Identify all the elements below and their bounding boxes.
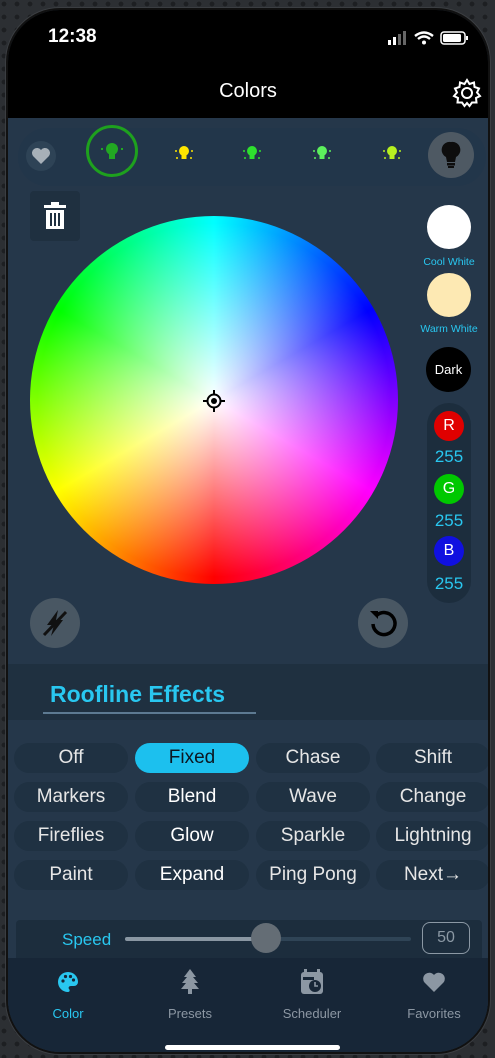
tab-scheduler[interactable]: Scheduler <box>252 968 372 1021</box>
bulb-selected[interactable] <box>86 125 138 177</box>
cool-white-label: Cool White <box>423 256 475 268</box>
effects-underline <box>43 712 256 714</box>
status-time: 12:38 <box>48 26 97 47</box>
bulb-2[interactable] <box>172 141 196 165</box>
heart-icon <box>423 972 445 992</box>
red-value[interactable]: 255 <box>419 447 479 467</box>
blue-value[interactable]: 255 <box>419 574 479 594</box>
effects-grid: Off Fixed Chase Shift Markers Blend Wave… <box>14 743 488 893</box>
tab-color[interactable]: Color <box>8 968 128 1021</box>
speed-label: Speed <box>62 930 112 949</box>
bulb-icon <box>175 146 193 159</box>
tab-favorites[interactable]: Favorites <box>374 968 488 1021</box>
red-channel-button[interactable]: R <box>434 411 464 441</box>
blue-channel-button[interactable]: B <box>434 536 464 566</box>
effect-off-button[interactable]: Off <box>14 743 128 773</box>
speed-slider-thumb[interactable] <box>251 923 281 953</box>
bulb-icon <box>101 143 123 159</box>
lightbulb-icon <box>441 141 461 168</box>
status-icons <box>388 30 474 46</box>
green-channel-button[interactable]: G <box>434 474 464 504</box>
bulb-icon <box>313 146 331 159</box>
tree-icon <box>181 969 199 994</box>
favorite-heart-button[interactable] <box>26 141 56 171</box>
tab-color-label: Color <box>52 1006 84 1021</box>
speed-value-field[interactable]: 50 <box>422 922 470 954</box>
home-indicator[interactable] <box>165 1045 340 1050</box>
warm-white-label: Warm White <box>420 323 478 335</box>
effect-glow-button[interactable]: Glow <box>135 821 249 851</box>
calendar-clock-icon <box>301 969 323 994</box>
trash-icon <box>44 202 66 229</box>
settings-gear-icon[interactable] <box>452 78 482 108</box>
effect-change-button[interactable]: Change <box>376 782 488 812</box>
reset-button[interactable] <box>358 598 408 648</box>
effect-sparkle-button[interactable]: Sparkle <box>256 821 370 851</box>
effect-ping-pong-button[interactable]: Ping Pong <box>256 860 370 890</box>
effect-wave-button[interactable]: Wave <box>256 782 370 812</box>
green-value[interactable]: 255 <box>419 511 479 531</box>
effect-expand-button[interactable]: Expand <box>135 860 249 890</box>
tab-presets-label: Presets <box>167 1006 213 1021</box>
effect-blend-button[interactable]: Blend <box>135 782 249 812</box>
dark-swatch[interactable]: Dark <box>426 347 471 392</box>
bulb-4[interactable] <box>310 141 334 165</box>
effect-next-button[interactable]: Next→ <box>376 860 488 890</box>
all-bulbs-button[interactable] <box>428 132 474 178</box>
effect-shift-button[interactable]: Shift <box>376 743 488 773</box>
signal-wifi-battery-icon <box>388 31 468 45</box>
effect-chase-button[interactable]: Chase <box>256 743 370 773</box>
effect-paint-button[interactable]: Paint <box>14 860 128 890</box>
speed-slider-fill <box>125 937 267 941</box>
palette-icon <box>58 972 78 992</box>
effect-markers-button[interactable]: Markers <box>14 782 128 812</box>
effect-fixed-button[interactable]: Fixed <box>135 743 249 773</box>
delete-button[interactable] <box>30 191 80 241</box>
heart-icon <box>32 148 50 164</box>
warm-white-swatch[interactable] <box>427 273 471 317</box>
tab-presets[interactable]: Presets <box>130 968 250 1021</box>
lightning-off-icon <box>42 610 68 637</box>
cool-white-swatch[interactable] <box>427 205 471 249</box>
tab-scheduler-label: Scheduler <box>282 1006 342 1021</box>
color-picker-target-icon[interactable] <box>203 390 225 412</box>
page-title: Colors <box>219 80 277 102</box>
effects-title[interactable]: Roofline Effects <box>50 681 225 708</box>
lightning-off-button[interactable] <box>30 598 80 648</box>
bulb-3[interactable] <box>240 141 264 165</box>
effect-lightning-button[interactable]: Lightning <box>376 821 488 851</box>
effect-fireflies-button[interactable]: Fireflies <box>14 821 128 851</box>
bulb-icon <box>383 146 401 159</box>
rotate-reset-icon <box>370 610 397 637</box>
phone-screen: 12:38 Colors Cool White Warm White Dark … <box>8 10 488 1052</box>
tab-favorites-label: Favorites <box>407 1006 461 1021</box>
bulb-icon <box>243 146 261 159</box>
bulb-5[interactable] <box>380 141 404 165</box>
